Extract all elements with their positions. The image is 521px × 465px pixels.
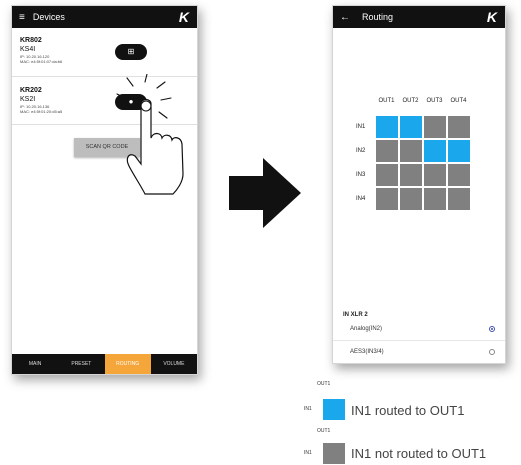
device-item[interactable]: KR202 KS2I IP: 10.20.16.136 MAC: e4:5f:0… xyxy=(20,86,62,114)
screen-title: Routing xyxy=(362,12,394,22)
legend-routed-text: IN1 routed to OUT1 xyxy=(351,403,465,418)
routing-screen: ← Routing K OUT1 OUT2 OUT3 OUT4 IN1 IN2 … xyxy=(332,5,506,364)
input-label: IN4 xyxy=(356,196,366,202)
grid-icon: ⊞ xyxy=(127,47,135,56)
device-mac: MAC: e4:5f:01:07:da:b6 xyxy=(20,59,63,64)
input-label: IN3 xyxy=(356,172,366,178)
arrow-left-icon[interactable]: ← xyxy=(340,12,350,23)
routing-cell[interactable] xyxy=(424,140,446,162)
device-model: KS2I xyxy=(20,96,36,103)
tab-preset[interactable]: PRESET xyxy=(58,354,104,374)
device-model: KS4I xyxy=(20,46,36,53)
legend-in-label: IN1 xyxy=(304,450,312,456)
output-label: OUT3 xyxy=(426,98,443,104)
output-label: OUT2 xyxy=(402,98,419,104)
routing-cell[interactable] xyxy=(424,116,446,138)
tab-main[interactable]: MAIN xyxy=(12,354,58,374)
routing-cell[interactable] xyxy=(424,164,446,186)
routing-cell[interactable] xyxy=(448,188,470,210)
devices-screen: ≡ Devices K KR802 KS4I IP: 10.20.16.120 … xyxy=(11,5,198,375)
device-name: KR202 xyxy=(20,87,42,94)
routing-cell[interactable] xyxy=(400,116,422,138)
routing-cell[interactable] xyxy=(376,164,398,186)
routing-cell[interactable] xyxy=(376,140,398,162)
device-name: KR802 xyxy=(20,37,42,44)
routing-cell[interactable] xyxy=(448,116,470,138)
routing-cell[interactable] xyxy=(400,164,422,186)
divider xyxy=(333,340,505,341)
identify-button[interactable]: ⊞ xyxy=(115,44,147,60)
routing-cell[interactable] xyxy=(400,140,422,162)
brand-logo: K xyxy=(486,9,497,25)
hamburger-icon[interactable]: ≡ xyxy=(19,12,25,23)
section-title: IN XLR 2 xyxy=(343,312,368,318)
radio-analog[interactable] xyxy=(489,326,495,332)
legend-out-label: OUT1 xyxy=(317,381,331,387)
output-label: OUT4 xyxy=(450,98,467,104)
routing-cell[interactable] xyxy=(424,188,446,210)
legend-unrouted-swatch xyxy=(323,443,345,464)
option-label: Analog(IN2) xyxy=(350,326,383,332)
output-label: OUT1 xyxy=(378,98,395,104)
screen-title: Devices xyxy=(32,12,65,22)
app-bar: ≡ Devices K xyxy=(12,6,197,28)
routing-cell[interactable] xyxy=(376,116,398,138)
tab-routing[interactable]: ROUTING xyxy=(104,354,151,374)
legend-unrouted-text: IN1 not routed to OUT1 xyxy=(351,446,487,461)
legend-out-label: OUT1 xyxy=(317,428,331,434)
brand-logo: K xyxy=(178,9,189,25)
routing-cell[interactable] xyxy=(400,188,422,210)
app-bar: ← Routing K xyxy=(333,6,505,28)
right-arrow-icon xyxy=(229,158,301,228)
input-label: IN1 xyxy=(356,124,366,130)
radio-aes3[interactable] xyxy=(489,349,495,355)
bottom-nav: MAIN PRESET ROUTING VOLUME xyxy=(12,354,197,374)
legend-in-label: IN1 xyxy=(304,406,312,412)
device-mac: MAC: e4:5f:01:20:d5:a5 xyxy=(20,109,63,114)
routing-cell[interactable] xyxy=(448,164,470,186)
device-item[interactable]: KR802 KS4I IP: 10.20.16.120 MAC: e4:5f:0… xyxy=(20,36,62,64)
tap-hand-icon xyxy=(116,74,184,195)
routing-cell[interactable] xyxy=(448,140,470,162)
legend-routed-swatch xyxy=(323,399,345,420)
input-label: IN2 xyxy=(356,148,366,154)
option-label: AES3(IN3/4) xyxy=(350,349,384,355)
tab-volume[interactable]: VOLUME xyxy=(151,354,197,374)
routing-cell[interactable] xyxy=(376,188,398,210)
